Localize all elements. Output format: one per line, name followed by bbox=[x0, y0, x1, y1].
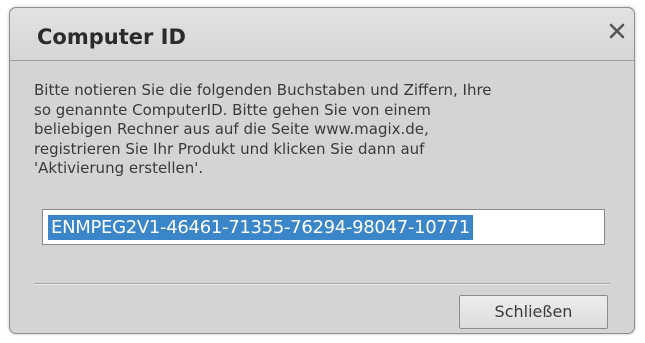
dialog-titlebar: Computer ID bbox=[10, 8, 634, 61]
message-line-2: so genannte ComputerID. Bitte gehen Sie … bbox=[34, 100, 431, 119]
close-icon[interactable] bbox=[606, 20, 628, 42]
dialog-title: Computer ID bbox=[37, 25, 186, 49]
message-line-1: Bitte notieren Sie die folgenden Buchsta… bbox=[34, 81, 492, 99]
close-button[interactable]: Schließen bbox=[459, 295, 608, 329]
dialog-message: Bitte notieren Sie die folgenden Buchsta… bbox=[34, 81, 624, 179]
computer-id-value[interactable]: ENMPEG2V1-46461-71355-76294-98047-10771 bbox=[48, 215, 473, 240]
message-line-3: beliebigen Rechner aus auf die Seite www… bbox=[34, 120, 429, 138]
message-line-5: 'Aktivierung erstellen'. bbox=[34, 159, 204, 177]
divider bbox=[34, 283, 610, 285]
computer-id-field[interactable]: ENMPEG2V1-46461-71355-76294-98047-10771 bbox=[42, 209, 605, 245]
message-line-4: registrieren Sie Ihr Produkt und klicken… bbox=[34, 139, 425, 158]
computer-id-dialog: Computer ID Bitte notieren Sie die folge… bbox=[9, 7, 635, 334]
